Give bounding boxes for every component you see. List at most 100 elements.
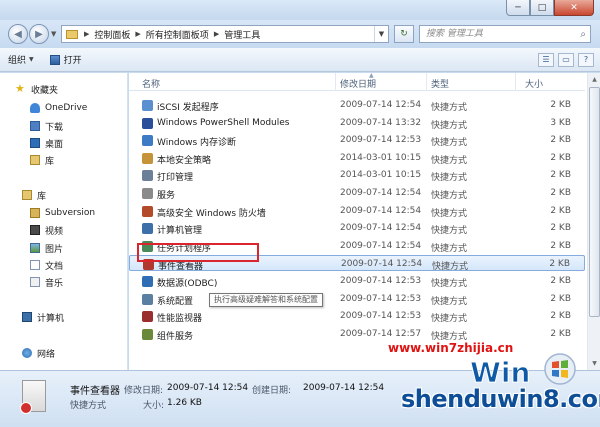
file-date: 2009-07-14 12:54 [340,205,422,216]
file-row[interactable]: 系统配置 2009-07-14 12:53 快捷方式 2 KB [129,291,585,307]
file-type: 快捷方式 [431,120,468,131]
event-viewer-shortcut-icon [20,380,46,414]
file-type: 快捷方式 [431,138,468,149]
file-row[interactable]: 计算机管理 2009-07-14 12:54 快捷方式 2 KB [129,220,585,236]
breadcrumb-admin-tools[interactable]: 管理工具 [222,28,262,41]
file-row[interactable]: 高级安全 Windows 防火墙 2009-07-14 12:54 快捷方式 2 KB [129,203,585,219]
refresh-button[interactable]: ↻ [394,25,414,43]
preview-pane-icon[interactable]: ▭ [558,52,574,67]
close-button[interactable]: ✕ [554,0,594,16]
scroll-down-icon[interactable]: ▼ [589,358,600,369]
file-date: 2009-07-14 12:57 [340,328,422,339]
file-row[interactable]: 组件服务 2009-07-14 12:57 快捷方式 2 KB [129,326,585,342]
forward-arrow-icon: ▶ [35,28,43,40]
file-row[interactable]: Windows PowerShell Modules 2009-07-14 13:… [129,115,585,131]
column-divider[interactable] [426,73,427,91]
file-date: 2009-07-14 12:54 [340,100,422,110]
navigation-pane: ★ 收藏夹 OneDrive 下载 桌面 库 库 Subversion 视频 图片… [0,73,128,370]
file-name: 本地安全策略 [157,155,212,166]
nav-label: 计算机 [37,313,65,324]
file-date: 2009-07-14 12:54 [340,188,422,198]
file-list-pane: 名称 ▲ 修改日期 类型 大小 iSCSI 发起程序 2009-07-14 12:… [129,73,600,370]
file-size: 2 KB [550,188,571,198]
search-input[interactable]: 搜索 管理工具 ⌕ [419,25,591,43]
file-type: 快捷方式 [431,208,468,219]
shortcut-file-icon [142,276,153,287]
address-dropdown-icon[interactable]: ▼ [374,26,388,42]
file-date: 2009-07-14 12:54 [340,223,422,234]
breadcrumb-all-items[interactable]: 所有控制面板项 [144,28,211,41]
subversion-icon [30,208,40,218]
video-icon [30,225,40,235]
file-date: 2009-07-14 12:53 [340,276,422,286]
file-row[interactable]: 打印管理 2014-03-01 10:15 快捷方式 2 KB [129,167,585,183]
organize-button[interactable]: 组织 ▼ [0,48,42,71]
search-placeholder: 搜索 管理工具 [426,29,483,39]
shortcut-file-icon [142,311,153,323]
svg-text:Win: Win [470,356,530,388]
help-icon[interactable]: ? [578,52,594,67]
scroll-up-icon[interactable]: ▲ [589,74,600,85]
shortcut-file-icon [142,293,153,305]
details-file-type: 快捷方式 [70,401,107,411]
search-icon[interactable]: ⌕ [580,27,586,43]
open-button[interactable]: 打开 [42,48,90,71]
details-created-value: 2009-07-14 12:54 [303,383,385,393]
file-date: 2009-07-14 12:54 [340,240,422,251]
breadcrumb-control-panel[interactable]: 控制面板 [92,28,132,41]
column-header-size[interactable]: 大小 [525,77,543,90]
nav-label: 文档 [45,261,64,272]
column-header-type[interactable]: 类型 [431,77,449,90]
cloud-icon [30,103,40,113]
file-size: 2 KB [550,152,571,163]
recent-pages-dropdown[interactable]: ▼ [51,30,56,38]
file-date: 2009-07-14 12:53 [340,293,422,304]
maximize-button[interactable]: □ [530,0,554,16]
computer-icon [22,312,32,322]
refresh-icon: ↻ [400,29,408,39]
document-icon [30,260,40,270]
file-type: 快捷方式 [431,314,468,325]
network-icon [22,348,32,358]
shortcut-file-icon [142,223,153,235]
column-header-date[interactable]: 修改日期 [340,77,376,90]
file-row[interactable]: 性能监视器 2009-07-14 12:53 快捷方式 2 KB [129,308,585,324]
breadcrumb-separator-icon[interactable]: ▶ [81,30,92,38]
file-row[interactable]: 服务 2009-07-14 12:54 快捷方式 2 KB [129,185,585,201]
file-row[interactable]: Windows 内存诊断 2009-07-14 12:53 快捷方式 2 KB [129,132,585,148]
shortcut-file-icon [142,205,153,217]
vertical-scrollbar[interactable]: ▲ ▼ [587,73,600,370]
column-divider[interactable] [515,73,516,91]
file-type: 快捷方式 [431,279,468,289]
file-row[interactable]: 本地安全策略 2014-03-01 10:15 快捷方式 2 KB [129,150,585,166]
shortcut-file-icon [143,259,154,271]
nav-label: OneDrive [45,103,88,113]
file-row[interactable]: iSCSI 发起程序 2009-07-14 12:54 快捷方式 2 KB [129,97,585,113]
minimize-button[interactable]: ─ [506,0,530,16]
nav-favorites[interactable]: ★ 收藏夹 [15,81,143,97]
file-type: 快捷方式 [431,331,468,342]
column-divider[interactable] [335,73,336,91]
shortcut-file-icon [142,135,153,147]
win7-logo-watermark: Win [470,353,576,388]
music-icon [30,277,40,287]
file-row[interactable]: 数据源(ODBC) 2009-07-14 12:53 快捷方式 2 KB [129,273,585,289]
forward-button[interactable]: ▶ [29,24,49,44]
breadcrumb-separator-icon[interactable]: ▶ [132,30,143,38]
open-label: 打开 [63,56,82,66]
open-icon [49,54,60,65]
file-name: 系统配置 [157,296,194,307]
file-row[interactable]: 事件查看器 2009-07-14 12:54 快捷方式 2 KB [129,255,585,272]
address-bar[interactable]: ▶ 控制面板 ▶ 所有控制面板项 ▶ 管理工具 ▼ [61,25,389,43]
breadcrumb-separator-icon[interactable]: ▶ [211,30,222,38]
back-button[interactable]: ◀ [8,24,28,44]
view-options-icon[interactable]: ☰ [538,52,554,67]
file-row[interactable]: 任务计划程序 2009-07-14 12:54 快捷方式 2 KB [129,238,585,254]
scrollbar-thumb[interactable] [589,87,600,317]
column-header-name[interactable]: 名称 [142,77,160,90]
tooltip: 执行高级疑难解答和系统配置 [209,293,323,307]
file-size: 2 KB [550,328,571,339]
nav-label: 收藏夹 [31,85,59,96]
file-name: Windows PowerShell Modules [157,117,290,128]
shortcut-file-icon [142,170,153,182]
